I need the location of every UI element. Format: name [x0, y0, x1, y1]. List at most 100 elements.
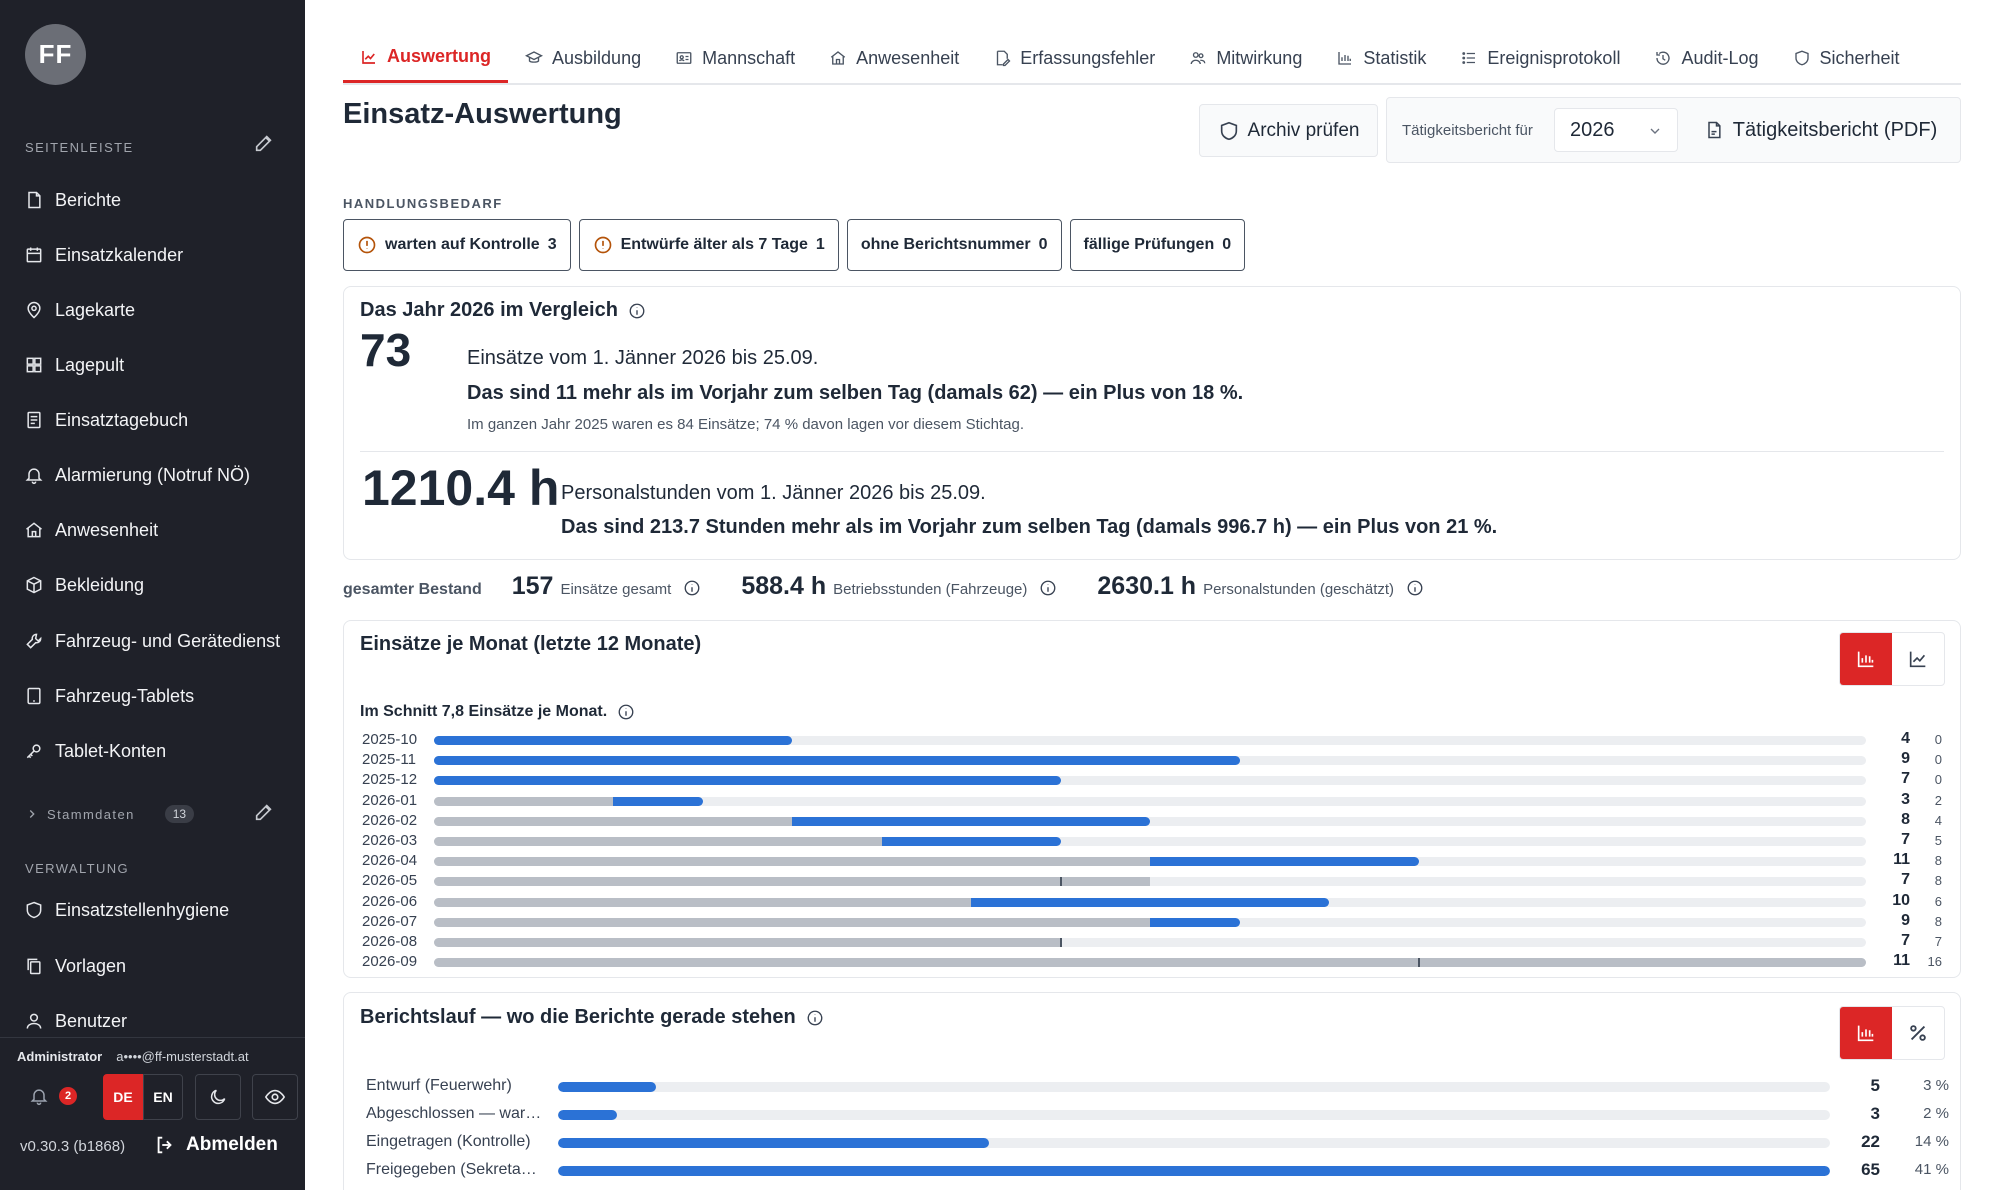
tab-label: Statistik [1363, 47, 1427, 68]
hours-compare-text: Das sind 213.7 Stunden mehr als im Vorja… [561, 516, 1498, 538]
sidebar-item-bekleidung[interactable]: Bekleidung [0, 561, 305, 609]
report-year-select[interactable]: 2026 [1554, 108, 1678, 152]
tab-anwesenheit[interactable]: Anwesenheit [812, 33, 976, 83]
info-icon[interactable] [1406, 579, 1424, 597]
card-title: Berichtslauf — wo die Berichte gerade st… [360, 1006, 824, 1029]
action-chip-entwurfe-alter-als-7-tage[interactable]: Entwürfe älter als 7 Tage 1 [578, 219, 839, 271]
info-icon[interactable] [683, 579, 701, 597]
month-previous-value: 8 [1934, 873, 1942, 889]
dark-mode-toggle[interactable] [195, 1074, 241, 1120]
month-previous-value: 6 [1934, 893, 1942, 909]
graduation-icon [525, 51, 544, 63]
sidebar-section-verwaltung: Verwaltung [25, 861, 130, 876]
einsatz-compare-text: Das sind 11 mehr als im Vorjahr zum selb… [467, 382, 1244, 404]
month-label: 2026-08 [362, 933, 418, 950]
status-label: Freigegeben (Sekreta… [366, 1161, 537, 1178]
month-previous-value: 7 [1934, 934, 1942, 949]
archive-check-button[interactable]: Archiv prüfen [1199, 104, 1378, 157]
action-chip-ohne-berichtsnummer[interactable]: ohne Berichtsnummer 0 [846, 219, 1062, 271]
tab-mannschaft[interactable]: Mannschaft [658, 33, 812, 83]
tab-sicherheit[interactable]: Sicherheit [1776, 33, 1917, 83]
tab-mitwirkung[interactable]: Mitwirkung [1172, 33, 1319, 83]
info-icon[interactable] [1039, 579, 1057, 597]
count-view-button[interactable] [1840, 1007, 1892, 1059]
tab-ausbildung[interactable]: Ausbildung [508, 33, 658, 83]
sidebar-item-label: Berichte [55, 189, 122, 210]
sidebar-item-anwesenheit[interactable]: Anwesenheit [0, 506, 305, 554]
month-previous-value: 0 [1934, 732, 1942, 747]
edit-doc-icon [997, 50, 1011, 67]
tab-ereignisprotokoll[interactable]: Ereignisprotokoll [1443, 33, 1637, 83]
tab-statistik[interactable]: Statistik [1319, 33, 1443, 83]
chip-count: 0 [1038, 236, 1048, 253]
bell-icon [25, 468, 43, 485]
bar-view-button[interactable] [1840, 633, 1892, 685]
month-value: 7 [1901, 871, 1910, 889]
stock-label: gesamter Bestand [343, 581, 482, 598]
stock-value: 2630.1 h [1097, 572, 1197, 600]
percent-view-button[interactable] [1892, 1007, 1944, 1059]
status-row: Entwurf (Feuerwehr) 5 3 % [366, 1075, 1949, 1099]
tab-auswertung[interactable]: Auswertung [343, 33, 509, 83]
wrench-icon [26, 633, 42, 649]
previous-year-bar [434, 938, 1061, 947]
stock-unit: Einsätze gesamt [560, 581, 672, 598]
sidebar-group-stammdaten[interactable]: Stammdaten 13 [25, 805, 195, 823]
month-value: 9 [1901, 911, 1910, 929]
logout-button[interactable]: Abmelden [154, 1134, 278, 1156]
percent-icon [1910, 1025, 1926, 1041]
sidebar-item-vorlagen[interactable]: Vorlagen [0, 942, 305, 990]
alert-circle-icon [594, 236, 611, 254]
sidebar-item-label: Einsatztagebuch [55, 409, 189, 430]
info-icon[interactable] [628, 302, 646, 320]
hours-text: Personalstunden vom 1. Jänner 2026 bis 2… [561, 482, 986, 504]
logo-avatar[interactable]: FF [25, 24, 86, 85]
version-label: v0.30.3 (b1868) [20, 1138, 126, 1155]
sidebar-item-fahrzeug-und-geratedienst[interactable]: Fahrzeug- und Gerätedienst [0, 617, 305, 665]
divider [0, 1037, 305, 1038]
status-bar [558, 1082, 656, 1092]
sidebar-item-lagekarte[interactable]: Lagekarte [0, 286, 305, 334]
sidebar-item-fahrzeug-tablets[interactable]: Fahrzeug-Tablets [0, 672, 305, 720]
sidebar-item-tablet-konten[interactable]: Tablet-Konten [0, 727, 305, 775]
status-bar [558, 1110, 617, 1120]
lang-en-button[interactable]: EN [143, 1074, 183, 1120]
sidebar-item-einsatztagebuch[interactable]: Einsatztagebuch [0, 396, 305, 444]
sidebar-item-lagepult[interactable]: Lagepult [0, 341, 305, 389]
privacy-toggle[interactable] [252, 1074, 298, 1120]
tab-label: Ereignisprotokoll [1487, 47, 1621, 68]
action-chip-warten-auf-kontrolle[interactable]: warten auf Kontrolle 3 [343, 219, 571, 271]
sidebar-item-einsatzstellenhygiene[interactable]: Einsatzstellenhygiene [0, 886, 305, 934]
chip-label: warten auf Kontrolle [385, 236, 540, 253]
info-icon[interactable] [806, 1009, 824, 1027]
tab-erfassungsfehler[interactable]: Erfassungsfehler [976, 33, 1172, 83]
previous-year-bar [434, 816, 792, 826]
sidebar-item-einsatzkalender[interactable]: Einsatzkalender [0, 231, 305, 279]
monthly-chart-title: Einsätze je Monat (letzte 12 Monate) [360, 633, 702, 655]
sidebar-item-berichte[interactable]: Berichte [0, 176, 305, 224]
stock-unit: Betriebsstunden (Fahrzeuge) [833, 581, 1028, 598]
month-row: 2026-06 10 6 [362, 892, 1942, 912]
home-icon [26, 522, 42, 538]
status-bar-track [558, 1138, 1830, 1148]
month-value: 7 [1901, 831, 1910, 848]
total-stock-row: gesamter Bestand 157 Einsätze gesamt 588… [343, 572, 1961, 612]
info-icon[interactable] [617, 703, 635, 721]
action-chip-fallige-prufungen[interactable]: fällige Prüfungen 0 [1069, 219, 1246, 271]
moon-icon [210, 1089, 226, 1105]
month-previous-value: 0 [1934, 772, 1942, 788]
sidebar-item-alarmierung-notruf-no[interactable]: Alarmierung (Notruf NÖ) [0, 451, 305, 499]
line-view-button[interactable] [1892, 633, 1944, 685]
box-icon [26, 576, 42, 594]
month-previous-value: 0 [1934, 752, 1942, 768]
edit-icon[interactable] [253, 801, 275, 823]
edit-icon[interactable] [253, 132, 275, 154]
lang-de-button[interactable]: DE [103, 1074, 143, 1120]
tab-audit-log[interactable]: Audit-Log [1637, 33, 1775, 83]
alert-circle-icon [358, 236, 376, 254]
year-compare-card: Das Jahr 2026 im Vergleich 73 Einsätze v… [343, 286, 1961, 560]
pdf-report-button[interactable]: Tätigkeitsbericht (PDF) [1689, 108, 1952, 152]
current-year-bar [1150, 917, 1240, 927]
month-bar-track [434, 796, 1866, 806]
notifications-button[interactable]: 2 [17, 1074, 77, 1118]
